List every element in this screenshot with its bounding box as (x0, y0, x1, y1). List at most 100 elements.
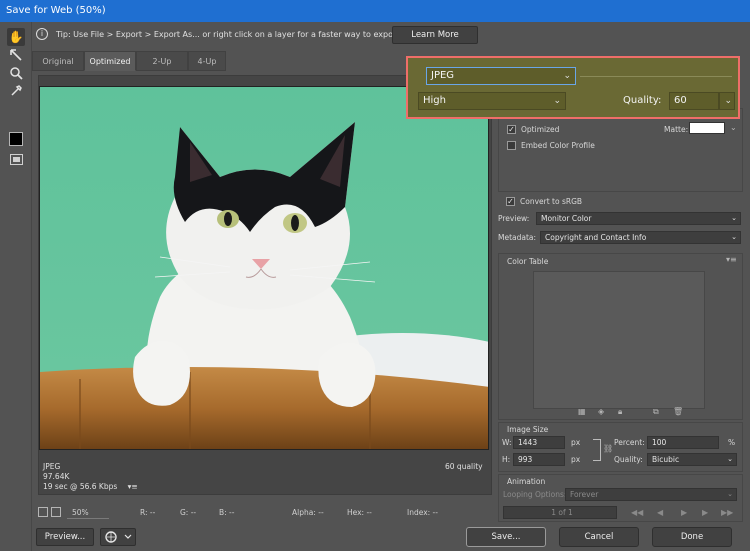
cancel-button[interactable]: Cancel (559, 527, 639, 547)
height-label: H: (502, 455, 511, 464)
browser-select-button[interactable] (100, 528, 136, 546)
matte-label: Matte: (664, 125, 689, 134)
learn-more-button[interactable]: Learn More (392, 26, 478, 44)
chevron-down-icon: ⌄ (727, 455, 733, 463)
matte-color-swatch[interactable] (689, 122, 725, 134)
width-unit: px (571, 438, 581, 447)
settings-panel: ✓ Optimized Matte: ⌄ Embed Color Profile… (493, 48, 750, 523)
image-file-size: 97.64K (43, 472, 70, 481)
color-table-box: Color Table ▾≡ (498, 253, 743, 420)
cat-photo (40, 87, 488, 449)
optimized-image-preview[interactable] (39, 86, 489, 450)
percent-unit: % (728, 438, 736, 447)
matte-chevron-down-icon[interactable]: ⌄ (730, 123, 737, 132)
eyedropper-color-swatch[interactable] (9, 132, 23, 146)
green-readout: G: -- (180, 508, 197, 517)
optimized-checkbox[interactable]: ✓ (507, 125, 516, 134)
chevron-down-icon: ⌄ (731, 233, 737, 241)
format-options-box: ✓ Optimized Matte: ⌄ Embed Color Profile (498, 108, 743, 192)
web-shift-icon[interactable]: ◈ (598, 407, 604, 416)
resample-quality-label: Quality: (614, 455, 643, 464)
embed-color-profile-label: Embed Color Profile (521, 141, 595, 150)
constrain-bracket (593, 439, 601, 461)
animation-title: Animation (507, 477, 546, 486)
height-input[interactable]: 993 (513, 453, 565, 466)
metadata-label: Metadata: (498, 233, 537, 242)
next-frame-icon[interactable]: ▶ (702, 508, 708, 517)
play-icon[interactable]: ▶ (681, 508, 687, 517)
tab-optimized[interactable]: Optimized (84, 51, 136, 71)
chevron-down-icon: ⌄ (724, 96, 732, 106)
height-unit: px (571, 455, 581, 464)
resample-quality-select[interactable]: Bicubic ⌄ (647, 453, 737, 466)
map-to-transparent-icon[interactable]: ▦ (578, 407, 586, 416)
quality-input[interactable]: 60 (669, 92, 719, 110)
status-bar: 50% R: -- G: -- B: -- Alpha: -- Hex: -- … (38, 507, 493, 521)
chevron-down-icon: ⌄ (563, 71, 571, 81)
preview-in-browser-button[interactable]: Preview... (36, 528, 94, 546)
convert-srgb-checkbox[interactable]: ✓ (506, 197, 515, 206)
tool-rail: ✋ (0, 22, 32, 551)
alpha-readout: Alpha: -- (292, 508, 324, 517)
looping-options-select[interactable]: Forever ⌄ (565, 488, 737, 501)
slice-visibility-toggle-icon[interactable] (10, 154, 23, 165)
optimized-label: Optimized (521, 125, 560, 134)
animation-box: Animation Looping Options: Forever ⌄ 1 of… (498, 474, 743, 522)
hand-tool-icon[interactable]: ✋ (7, 28, 25, 46)
previous-frame-icon[interactable]: ◀ (657, 508, 663, 517)
image-info: JPEG 97.64K 19 sec @ 56.6 Kbps ▾≡ (43, 462, 138, 492)
download-time: 19 sec @ 56.6 Kbps ▾≡ (43, 482, 138, 491)
frame-counter: 1 of 1 (503, 506, 617, 519)
delete-color-icon[interactable]: 🗑︎ (673, 407, 683, 416)
image-size-title: Image Size (507, 425, 549, 434)
chevron-down-icon: ⌄ (727, 490, 733, 498)
divider (580, 76, 732, 77)
zoom-level-select[interactable]: 50% (67, 506, 109, 519)
color-table-menu-icon[interactable]: ▾≡ (726, 255, 737, 264)
image-format: JPEG (43, 462, 61, 471)
zoom-out-button[interactable] (38, 507, 48, 517)
first-frame-icon[interactable]: ◀◀ (631, 508, 643, 517)
width-input[interactable]: 1443 (513, 436, 565, 449)
format-settings-highlight: JPEG ⌄ High ⌄ Quality: 60 ⌄ (406, 56, 740, 119)
file-format-select[interactable]: JPEG ⌄ (426, 67, 576, 85)
compression-quality-select[interactable]: High ⌄ (418, 92, 566, 110)
tab-4-up[interactable]: 4-Up (188, 51, 226, 71)
info-icon: i (36, 28, 48, 40)
embed-color-profile-checkbox[interactable] (507, 141, 516, 150)
width-label: W: (502, 438, 512, 447)
percent-label: Percent: (614, 438, 645, 447)
quality-slider-toggle[interactable]: ⌄ (719, 92, 735, 110)
window-title: Save for Web (50%) (0, 0, 750, 22)
quality-label: Quality: (623, 95, 662, 106)
tip-bar: i Tip: Use File > Export > Export As... … (32, 24, 750, 46)
image-quality-readout: 60 quality (445, 462, 483, 471)
download-rate-menu-icon[interactable]: ▾≡ (128, 482, 138, 491)
done-button[interactable]: Done (652, 527, 732, 547)
blue-readout: B: -- (219, 508, 235, 517)
hex-readout: Hex: -- (347, 508, 372, 517)
lock-color-icon[interactable]: 🔒︎ (618, 407, 622, 417)
preview-label: Preview: (498, 214, 530, 223)
looping-options-label: Looping Options: (503, 490, 567, 499)
zoom-tool-icon[interactable] (7, 66, 25, 84)
percent-input[interactable]: 100 (647, 436, 719, 449)
tab-original[interactable]: Original (32, 51, 84, 71)
preview-color-select[interactable]: Monitor Color ⌄ (536, 212, 741, 225)
browser-icon (105, 531, 132, 543)
image-size-box: Image Size W: 1443 px H: 993 px ⛓︎ Perce… (498, 422, 743, 472)
last-frame-icon[interactable]: ▶▶ (721, 508, 733, 517)
metadata-select[interactable]: Copyright and Contact Info ⌄ (540, 231, 741, 244)
zoom-in-button[interactable] (51, 507, 61, 517)
save-button[interactable]: Save... (466, 527, 546, 547)
link-icon[interactable]: ⛓︎ (603, 444, 613, 453)
tab-2-up[interactable]: 2-Up (136, 51, 188, 71)
color-table-title: Color Table (507, 257, 549, 266)
new-color-icon[interactable]: ⧉ (653, 407, 659, 417)
convert-srgb-label: Convert to sRGB (520, 197, 583, 206)
color-table-grid (533, 271, 705, 409)
slice-select-tool-icon[interactable] (7, 48, 25, 66)
tip-text: Tip: Use File > Export > Export As... or… (56, 30, 428, 39)
eyedropper-tool-icon[interactable] (7, 84, 25, 102)
red-readout: R: -- (140, 508, 156, 517)
